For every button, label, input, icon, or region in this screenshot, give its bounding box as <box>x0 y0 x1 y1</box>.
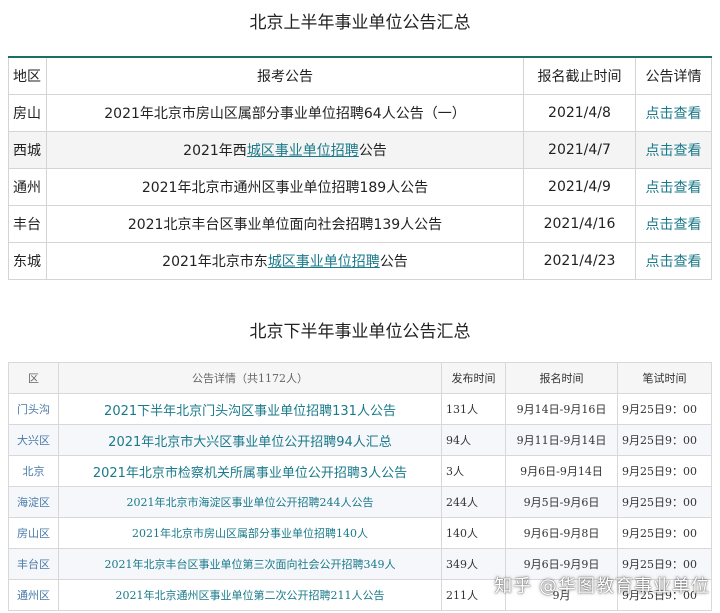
header-notice: 报考公告 <box>46 56 524 95</box>
notice-cell: 2021年北京市东城区事业单位招聘公告 <box>46 241 524 280</box>
district-cell: 海淀区 <box>8 486 59 518</box>
area-cell: 东城 <box>8 241 47 280</box>
detail-link[interactable]: 点击查看 <box>635 204 712 243</box>
detail-link[interactable]: 点击查看 <box>635 93 712 132</box>
section2-title: 北京下半年事业单位公告汇总 <box>249 322 471 342</box>
registration-cell: 9月14日-9月16日 <box>505 393 618 425</box>
notice-link[interactable]: 2021年北京通州区事业单位第二次公开招聘211人公告 <box>58 579 442 611</box>
exam-cell: 9月25日9：00 <box>617 486 712 518</box>
header-detail: 公告详情 <box>635 56 712 95</box>
watermark: 知乎 @华图教育事业单位 <box>494 576 710 597</box>
table-row: 北京 2021年北京市检察机关所属事业单位公开招聘3人公告 3人 9月6日-9月… <box>8 455 712 487</box>
district-cell: 大兴区 <box>8 424 59 456</box>
notice-text: 2021年北京市东 <box>162 253 268 270</box>
exam-cell: 9月25日9：00 <box>617 424 712 456</box>
exam-cell: 9月25日9：00 <box>617 517 712 549</box>
deadline-cell: 2021/4/9 <box>523 167 636 206</box>
header-publish: 发布时间 <box>441 362 506 394</box>
table-row: 丰台 2021北京丰台区事业单位面向社会招聘139人公告 2021/4/16 点… <box>8 204 712 243</box>
area-cell: 西城 <box>8 130 47 169</box>
district-cell: 门头沟 <box>8 393 59 425</box>
notice-link[interactable]: 2021年北京市检察机关所属事业单位公开招聘3人公告 <box>58 455 442 487</box>
deadline-cell: 2021/4/16 <box>523 204 636 243</box>
notice-link[interactable]: 城区事业单位招聘 <box>268 254 380 270</box>
table-row: 房山区 2021年北京市房山区属部分事业单位招聘140人 140人 9月6日-9… <box>8 517 712 549</box>
header-district: 区 <box>8 362 59 394</box>
header-deadline: 报名截止时间 <box>523 56 636 95</box>
notice-text: 公告 <box>379 253 408 270</box>
publish-cell: 244人 <box>441 486 506 518</box>
notice-text: 2021年北京市通州区事业单位招聘189人公告 <box>141 179 429 196</box>
publish-cell: 94人 <box>441 424 506 456</box>
table-row: 西城 2021年西城区事业单位招聘公告 2021/4/7 点击查看 <box>8 130 712 169</box>
district-cell: 房山区 <box>8 517 59 549</box>
district-cell: 丰台区 <box>8 548 59 580</box>
deadline-cell: 2021/4/7 <box>523 130 636 169</box>
deadline-cell: 2021/4/8 <box>523 93 636 132</box>
detail-link[interactable]: 点击查看 <box>635 241 712 280</box>
table-row: 门头沟 2021下半年北京门头沟区事业单位招聘131人公告 131人 9月14日… <box>8 393 712 425</box>
header-area: 地区 <box>8 56 47 95</box>
exam-cell: 9月25日9：00 <box>617 393 712 425</box>
publish-cell: 140人 <box>441 517 506 549</box>
district-cell: 北京 <box>8 455 59 487</box>
registration-cell: 9月6日-9月14日 <box>505 455 618 487</box>
notice-link[interactable]: 城区事业单位招聘 <box>247 143 359 159</box>
registration-cell: 9月5日-9月6日 <box>505 486 618 518</box>
first-half-table: 地区 报考公告 报名截止时间 公告详情 房山 2021年北京市房山区属部分事业单… <box>8 56 712 280</box>
table-header-row: 地区 报考公告 报名截止时间 公告详情 <box>8 56 712 95</box>
deadline-cell: 2021/4/23 <box>523 241 636 280</box>
notice-cell: 2021年西城区事业单位招聘公告 <box>46 130 524 169</box>
detail-link[interactable]: 点击查看 <box>635 130 712 169</box>
notice-text: 2021年北京市房山区属部分事业单位招聘64人公告（一） <box>104 105 466 122</box>
area-cell: 通州 <box>8 167 47 206</box>
notice-text: 公告 <box>358 142 387 159</box>
notice-link[interactable]: 2021年北京丰台区事业单位第三次面向社会公开招聘349人 <box>58 548 442 580</box>
notice-cell: 2021年北京市通州区事业单位招聘189人公告 <box>46 167 524 206</box>
notice-link[interactable]: 2021年北京市海淀区事业单位公开招聘244人公告 <box>58 486 442 518</box>
notice-cell: 2021北京丰台区事业单位面向社会招聘139人公告 <box>46 204 524 243</box>
table-header-row: 区 公告详情（共1172人） 发布时间 报名时间 笔试时间 <box>8 362 712 394</box>
table-row: 大兴区 2021年北京市大兴区事业单位公开招聘94人汇总 94人 9月11日-9… <box>8 424 712 456</box>
table-row: 东城 2021年北京市东城区事业单位招聘公告 2021/4/23 点击查看 <box>8 241 712 280</box>
table-row: 房山 2021年北京市房山区属部分事业单位招聘64人公告（一） 2021/4/8… <box>8 93 712 132</box>
notice-cell: 2021年北京市房山区属部分事业单位招聘64人公告（一） <box>46 93 524 132</box>
exam-cell: 9月25日9：00 <box>617 455 712 487</box>
notice-text: 2021北京丰台区事业单位面向社会招聘139人公告 <box>127 216 443 233</box>
registration-cell: 9月6日-9月8日 <box>505 517 618 549</box>
table-row: 通州 2021年北京市通州区事业单位招聘189人公告 2021/4/9 点击查看 <box>8 167 712 206</box>
registration-cell: 9月11日-9月14日 <box>505 424 618 456</box>
district-cell: 通州区 <box>8 579 59 611</box>
area-cell: 丰台 <box>8 204 47 243</box>
area-cell: 房山 <box>8 93 47 132</box>
notice-link[interactable]: 2021下半年北京门头沟区事业单位招聘131人公告 <box>58 393 442 425</box>
table-row: 海淀区 2021年北京市海淀区事业单位公开招聘244人公告 244人 9月5日-… <box>8 486 712 518</box>
header-notice: 公告详情（共1172人） <box>58 362 442 394</box>
publish-cell: 131人 <box>441 393 506 425</box>
notice-text: 2021年西 <box>183 142 247 159</box>
detail-link[interactable]: 点击查看 <box>635 167 712 206</box>
section1-title: 北京上半年事业单位公告汇总 <box>249 13 471 33</box>
notice-link[interactable]: 2021年北京市房山区属部分事业单位招聘140人 <box>58 517 442 549</box>
publish-cell: 3人 <box>441 455 506 487</box>
header-exam: 笔试时间 <box>617 362 712 394</box>
notice-link[interactable]: 2021年北京市大兴区事业单位公开招聘94人汇总 <box>58 424 442 456</box>
header-registration: 报名时间 <box>505 362 618 394</box>
